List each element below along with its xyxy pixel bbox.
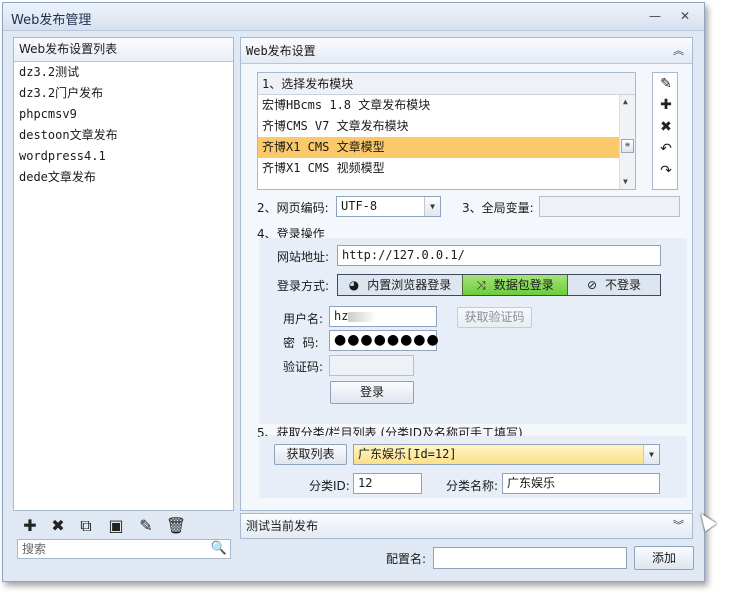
module-tools: ✎ ✚ ✖ ↶ ↷ <box>652 72 678 190</box>
password-field[interactable]: ●●●●●●●● <box>329 330 439 351</box>
option-label: 不登录 <box>605 278 642 292</box>
redo-icon[interactable]: ↷ <box>657 163 675 183</box>
list-item[interactable]: dz3.2门户发布 <box>14 83 233 104</box>
close-button[interactable]: ✕ <box>676 8 694 24</box>
list-item[interactable]: dede文章发布 <box>14 167 233 188</box>
list-item[interactable]: phpcmsv9 <box>14 104 233 125</box>
username-field[interactable]: hz <box>329 306 437 327</box>
scroll-up-icon[interactable]: ▲ <box>623 97 628 106</box>
username-value: hz <box>334 309 349 323</box>
captcha-label: 验证码: <box>283 360 324 374</box>
window-title: Web发布管理 <box>11 13 92 28</box>
plus-icon[interactable]: ✚ <box>657 97 675 117</box>
publish-settings-header[interactable]: Web发布设置 ︽ <box>241 38 692 64</box>
module-item[interactable]: 宏博HBcms 1.8 文章发布模块 <box>258 95 635 116</box>
site-url-field[interactable]: http://127.0.0.1/ <box>337 245 661 266</box>
settings-list-header: Web发布设置列表 <box>14 38 233 62</box>
globe-icon: ◕ <box>348 278 360 292</box>
chevron-down-icon[interactable]: ▼ <box>424 197 440 216</box>
encoding-value: UTF-8 <box>341 199 378 213</box>
chevron-down-icon[interactable]: ▼ <box>643 445 659 464</box>
module-item[interactable]: 齐博X1 CMS 视频模型 <box>258 158 635 179</box>
packet-login-option[interactable]: ⤨ 数据包登录 <box>462 275 568 295</box>
test-publish-title: 测试当前发布 <box>246 519 319 533</box>
module-list-box: 1、选择发布模块 宏博HBcms 1.8 文章发布模块 齐博CMS V7 文章发… <box>257 72 636 190</box>
no-login-option[interactable]: ⊘ 不登录 <box>568 275 660 295</box>
login-method-switch: ◕ 内置浏览器登录 ⤨ 数据包登录 ⊘ 不登录 <box>337 274 661 296</box>
builtin-browser-login-option[interactable]: ◕ 内置浏览器登录 <box>338 275 462 295</box>
list-item[interactable]: dz3.2测试 <box>14 62 233 83</box>
trash-icon[interactable]: 🗑 <box>165 515 187 537</box>
settings-list-panel: Web发布设置列表 dz3.2测试 dz3.2门户发布 phpcmsv9 des… <box>13 37 234 511</box>
delete-icon[interactable]: ✖ <box>657 119 675 139</box>
option-label: 内置浏览器登录 <box>367 278 452 292</box>
publish-settings-title: Web发布设置 <box>246 44 316 58</box>
delete-icon[interactable]: ✖ <box>47 515 69 537</box>
shuffle-icon: ⤨ <box>476 278 486 292</box>
list-toolbar: ✚ ✖ ⧉ ▣ ✎ 🗑 <box>13 513 234 539</box>
scroll-thumb[interactable]: ≡ <box>621 139 634 153</box>
minimize-button[interactable]: — <box>646 8 664 24</box>
login-button[interactable]: 登录 <box>330 381 414 404</box>
list-item[interactable]: wordpress4.1 <box>14 146 233 167</box>
list-search-box: 🔍 <box>17 539 231 559</box>
module-section-title: 1、选择发布模块 <box>258 73 635 95</box>
collapse-icon[interactable]: ︽ <box>673 38 684 64</box>
category-name-label: 分类名称: <box>446 479 499 493</box>
test-publish-section[interactable]: 测试当前发布 ︾ <box>240 513 693 539</box>
module-item[interactable]: 齐博CMS V7 文章发布模块 <box>258 116 635 137</box>
username-label: 用户名: <box>283 312 324 326</box>
login-method-label: 登录方式: <box>277 279 330 293</box>
config-name-label: 配置名: <box>386 552 427 566</box>
category-name-field[interactable]: 广东娱乐 <box>502 473 660 494</box>
captcha-field[interactable] <box>329 355 414 376</box>
category-select[interactable]: 广东娱乐[Id=12] ▼ <box>353 444 660 465</box>
module-list-scrollbar[interactable]: ▲ ≡ ▼ <box>619 95 635 189</box>
encoding-label: 2、网页编码: <box>257 201 329 215</box>
settings-list: dz3.2测试 dz3.2门户发布 phpcmsv9 destoon文章发布 w… <box>14 62 233 188</box>
get-captcha-button[interactable]: 获取验证码 <box>457 307 532 328</box>
fetch-list-button[interactable]: 获取列表 <box>274 444 347 465</box>
title-bar: Web发布管理 — ✕ <box>3 3 704 31</box>
undo-icon[interactable]: ↶ <box>657 141 675 161</box>
expand-icon[interactable]: ︾ <box>673 514 684 538</box>
option-label: 数据包登录 <box>493 278 554 292</box>
list-item[interactable]: destoon文章发布 <box>14 125 233 146</box>
scroll-down-icon[interactable]: ▼ <box>623 177 628 186</box>
global-var-label: 3、全局变量: <box>462 201 534 215</box>
plus-icon[interactable]: ✚ <box>19 515 41 537</box>
password-label: 密 码: <box>283 336 319 350</box>
category-id-field[interactable]: 12 <box>353 473 422 494</box>
paste-icon[interactable]: ▣ <box>105 515 127 537</box>
add-button[interactable]: 添加 <box>634 546 694 570</box>
encoding-select[interactable]: UTF-8 ▼ <box>336 196 441 217</box>
category-selected-value: 广东娱乐[Id=12] <box>358 447 457 461</box>
category-id-label: 分类ID: <box>309 479 350 493</box>
search-icon[interactable]: 🔍 <box>211 541 227 556</box>
blurred-text <box>348 311 377 322</box>
edit-icon[interactable]: ✎ <box>657 76 675 96</box>
global-var-field[interactable] <box>539 196 680 217</box>
search-input[interactable] <box>18 540 208 558</box>
publish-settings-panel: Web发布设置 ︽ 1、选择发布模块 宏博HBcms 1.8 文章发布模块 齐博… <box>240 37 693 511</box>
no-entry-icon: ⊘ <box>586 278 598 292</box>
edit-icon[interactable]: ✎ <box>135 515 157 537</box>
config-name-field[interactable] <box>433 547 627 569</box>
site-url-label: 网站地址: <box>277 250 330 264</box>
module-item-selected[interactable]: 齐博X1 CMS 文章模型 <box>258 137 619 158</box>
copy-icon[interactable]: ⧉ <box>75 515 97 537</box>
